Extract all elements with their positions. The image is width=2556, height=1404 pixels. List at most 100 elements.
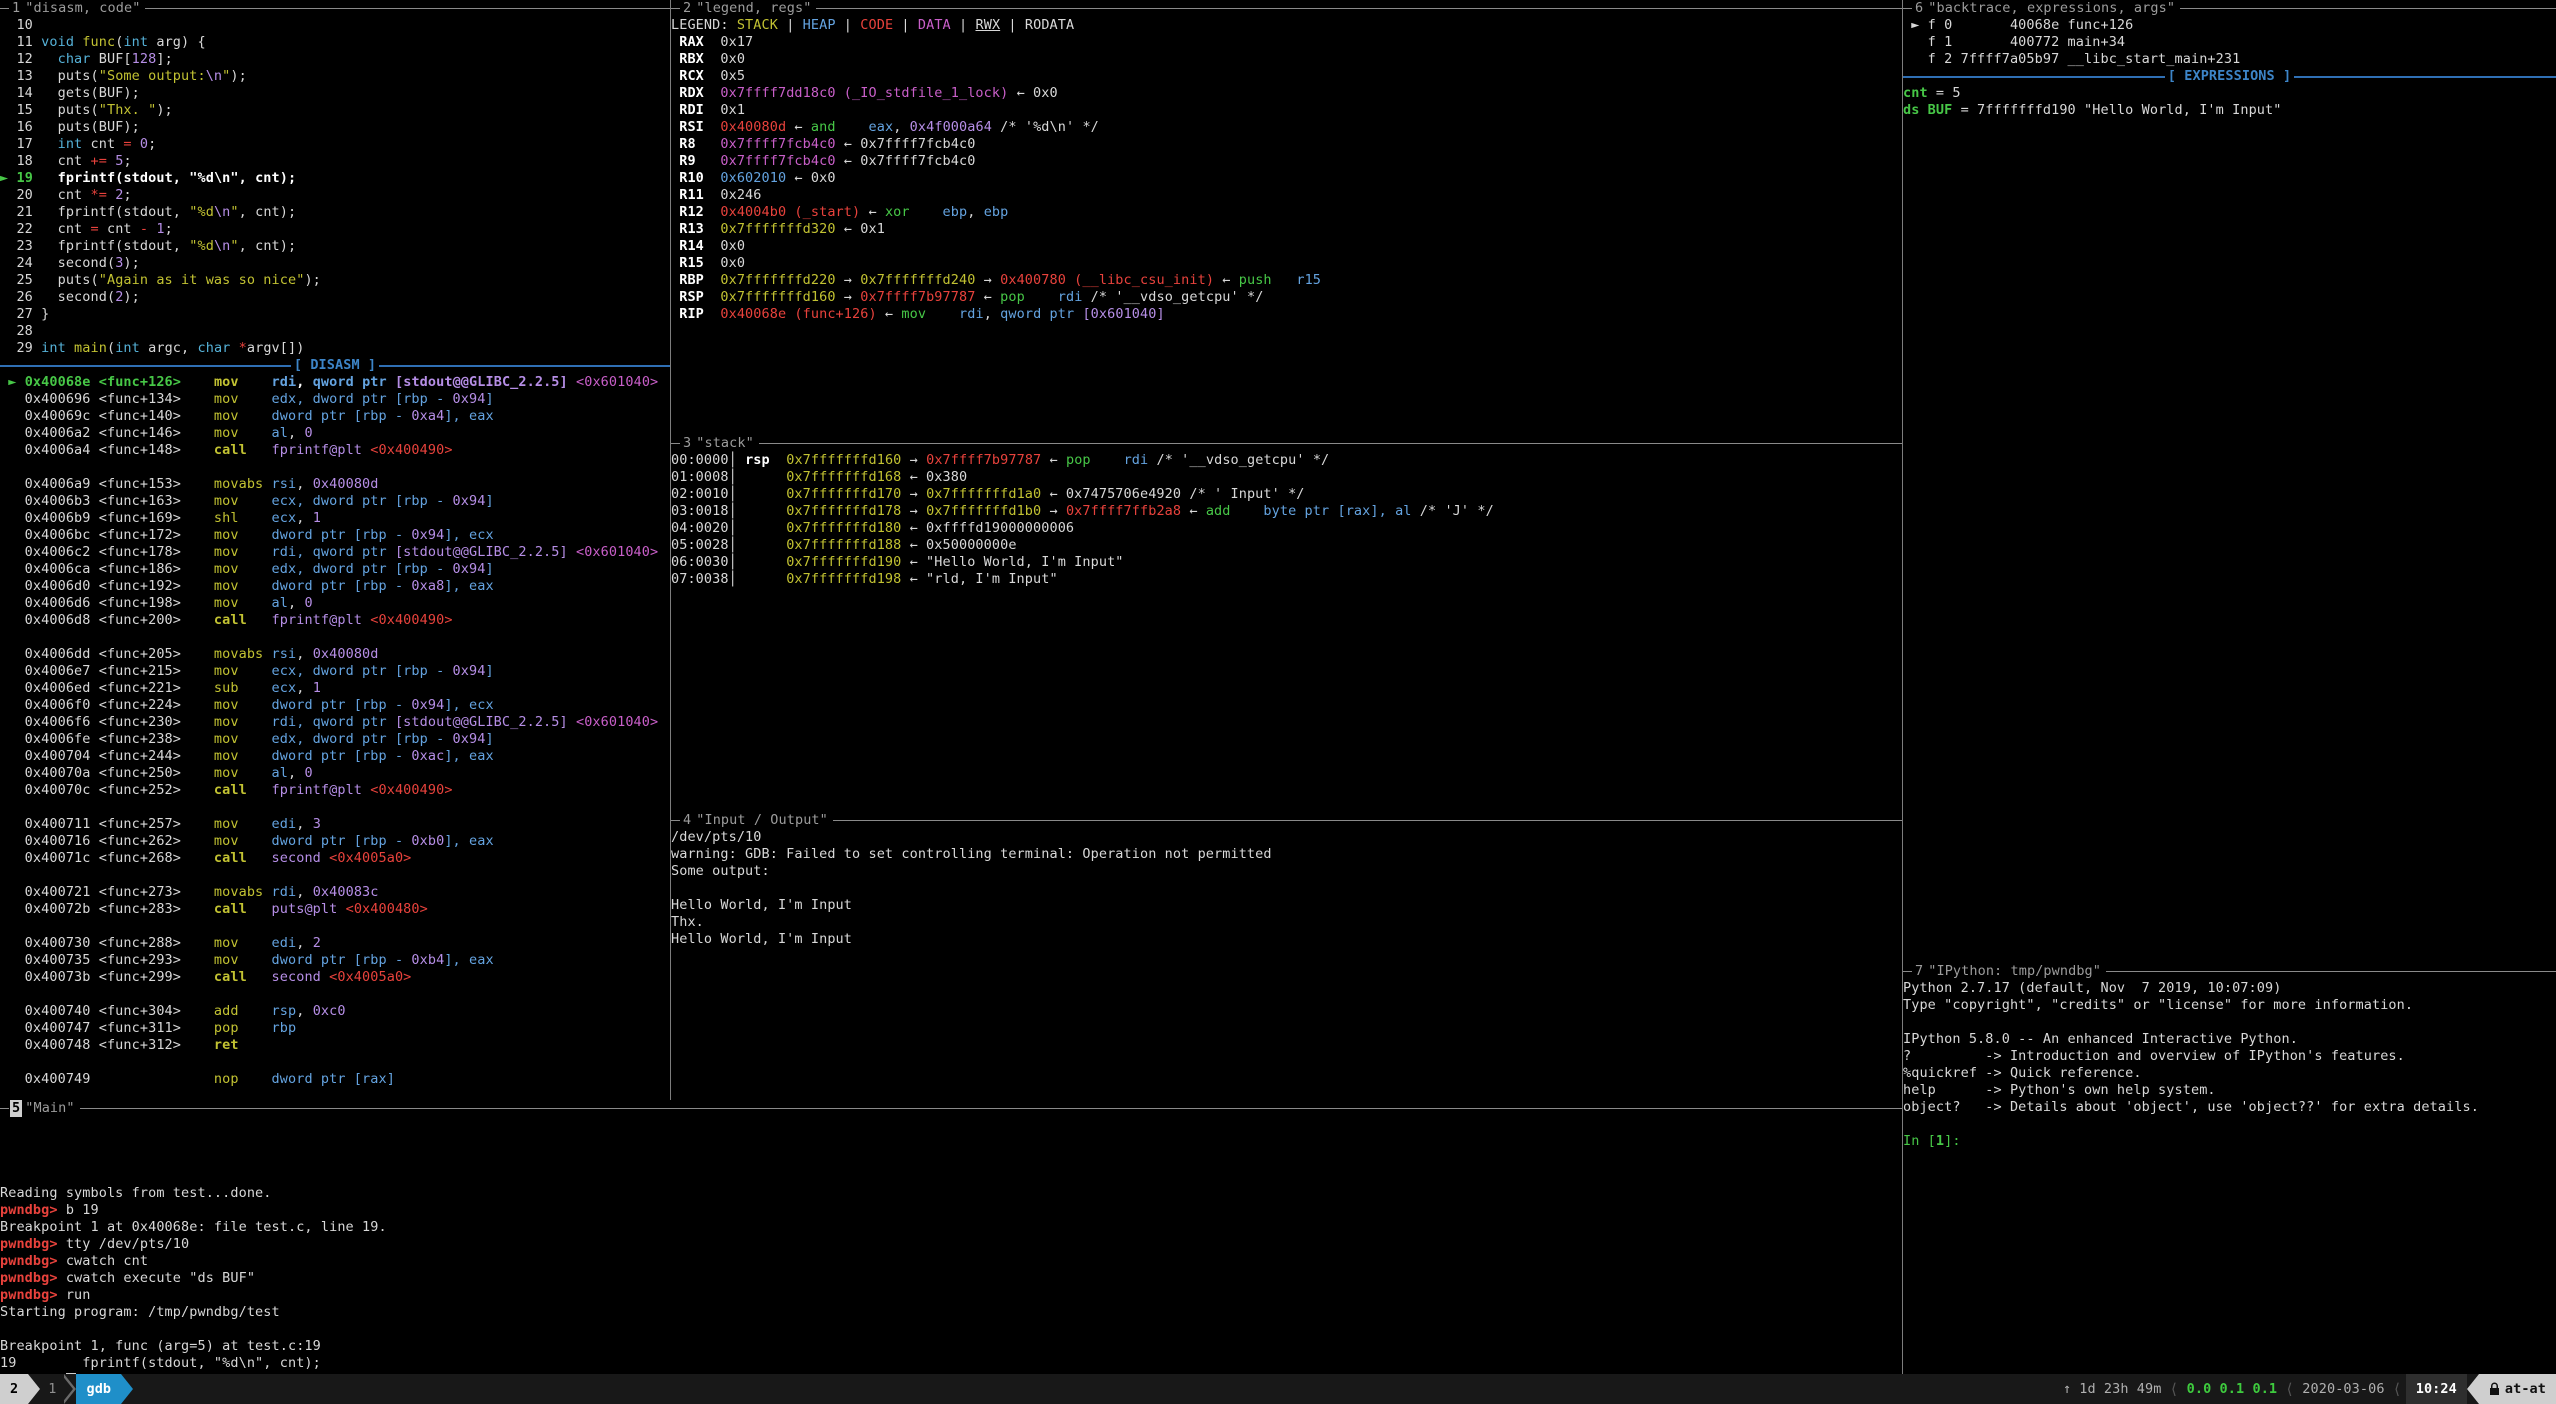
pane-title: "stack" [696,435,754,452]
terminal-line [0,986,670,1003]
terminal-line: 0x4006d0 <func+192> mov dword ptr [rbp -… [0,578,670,595]
terminal-line: R10 0x602010 ← 0x0 [671,170,1902,187]
terminal-line: ► f 0 40068e func+126 [1903,17,2556,34]
text-segment: 0x7fffffffd170 [786,486,901,502]
border-line [2180,8,2556,9]
text-segment: second [272,969,330,985]
text-segment [247,442,272,458]
terminal-line: help -> Python's own help system. [1903,1082,2556,1099]
text-segment: pop [1000,289,1025,305]
ipython-console[interactable]: Python 2.7.17 (default, Nov 7 2019, 10:0… [1903,980,2556,1150]
pane-header: 4"Input / Output" [671,812,1902,829]
terminal-line: R14 0x0 [671,238,1902,255]
text-segment: 0x400740 <func+304> [0,1003,214,1019]
text-segment: mov [214,663,239,679]
terminal-line: RIP 0x40068e (func+126) ← mov rdi, qword… [671,306,1902,323]
text-segment: call [214,850,247,866]
lock-icon [2489,1382,2500,1396]
text-segment [1231,503,1264,519]
text-segment: 0x94 [453,731,486,747]
text-segment: R14 [671,238,720,254]
text-segment: 0x4006bc <func+172> [0,527,214,543]
text-segment: /* '%d\n' */ [992,119,1099,135]
text-segment: ← [975,289,1000,305]
text-segment: b 19 [66,1202,99,1218]
text-segment: 2 [313,935,321,951]
text-segment: 0x40070c <func+252> [0,782,214,798]
text-segment: Breakpoint 1, func (arg=5) at test.c:19 [0,1338,321,1354]
text-segment: 0x7fffffffd178 [786,503,901,519]
pane-border-vertical-left[interactable] [670,0,671,1100]
terminal-line: 21 fprintf(stdout, "%d\n", cnt); [0,204,670,221]
text-segment: dword ptr [rbp - [272,833,412,849]
text-segment: "%d [189,204,214,220]
disasm-listing: ► 0x40068e <func+126> mov rdi, qword ptr… [0,374,670,1088]
text-segment: mov [214,527,239,543]
text-segment: <0x400490> [370,782,452,798]
text-segment: movabs [214,884,263,900]
text-segment [239,595,272,611]
terminal-line: 28 [0,323,670,340]
text-segment: mov [214,544,239,560]
pane-border-vertical-right[interactable] [1902,0,1903,1374]
text-segment: mov [214,748,239,764]
border-line [816,8,1902,9]
text-segment [239,1037,272,1053]
text-segment: 0x7fffffffd160 [720,289,835,305]
pane-disasm-code[interactable]: 1"disasm, code" 10 11 void func(int arg)… [0,0,670,1100]
text-segment: BUF[ [91,51,132,67]
text-segment: pop [1066,452,1091,468]
text-segment: main [66,340,107,356]
text-segment: call [214,969,247,985]
text-segment [230,340,238,356]
terminal-line: 0x40070c <func+252> call fprintf@plt <0x… [0,782,670,799]
pane-main-gdb[interactable]: 5"Main" Reading symbols from test...done… [0,1100,1902,1374]
terminal-line: 0x4006d8 <func+200> call fprintf@plt <0x… [0,612,670,629]
text-segment [239,714,272,730]
powerline-arrow-icon [28,1374,40,1404]
text-segment [239,935,272,951]
text-segment: | [778,17,803,33]
pane-title: "backtrace, expressions, args" [1928,0,2175,17]
border-dash [1903,971,1912,972]
terminal-line: /dev/pts/10 [671,829,1902,846]
pane-legend-regs[interactable]: 2"legend, regs" LEGEND: STACK | HEAP | C… [671,0,1902,435]
text-segment: 0x4006f6 <func+230> [0,714,214,730]
text-segment: ], ecx [444,697,493,713]
active-window-tab[interactable]: gdb [76,1374,121,1404]
text-segment: ► f 0 40068e func+126 [1903,17,2133,33]
text-segment [1272,272,1297,288]
text-segment: ] [485,493,493,509]
text-segment: 0x4006f0 <func+224> [0,697,214,713]
text-segment: 0x400747 <func+311> [0,1020,214,1036]
text-segment [239,578,272,594]
text-segment: 20 cnt [0,187,91,203]
text-segment: 0x4006b9 <func+169> [0,510,214,526]
terminal-line: Starting program: /tmp/pwndbg/test [0,1304,1902,1321]
border-line [2106,971,2556,972]
pane-input-output[interactable]: 4"Input / Output" /dev/pts/10warning: GD… [671,812,1902,1100]
text-segment: Type "copyright", "credits" or "license"… [1903,997,2413,1013]
pane-backtrace-expressions[interactable]: 6"backtrace, expressions, args" ► f 0 40… [1903,0,2556,963]
terminal-line: RCX 0x5 [671,68,1902,85]
divider-line [2294,76,2556,78]
pane-stack[interactable]: 3"stack" 00:0000│ rsp 0x7fffffffd160 → 0… [671,435,1902,812]
pane-ipython[interactable]: 7"IPython: tmp/pwndbg" Python 2.7.17 (de… [1903,963,2556,1374]
terminal-line: 0x400711 <func+257> mov edi, 3 [0,816,670,833]
terminal-line: 0x400721 <func+273> movabs rdi, 0x40083c [0,884,670,901]
text-segment: 07:0038│ [671,571,786,587]
gdb-console[interactable]: Reading symbols from test...done.pwndbg>… [0,1117,1902,1374]
text-segment: rsi [272,476,297,492]
text-segment: CODE [860,17,893,33]
text-segment: puts@plt [272,901,346,917]
text-segment: mov [214,697,239,713]
session-badge[interactable]: 2 [0,1374,28,1404]
text-segment: , [296,374,312,390]
text-segment: 0x400711 <func+257> [0,816,214,832]
terminal-line: 0x4006f6 <func+230> mov rdi, qword ptr [… [0,714,670,731]
terminal-line: object? -> Details about 'object', use '… [1903,1099,2556,1116]
text-segment: mov [214,935,239,951]
text-segment: [stdout@@GLIBC_2.2.5] [395,714,568,730]
text-segment: * [239,340,247,356]
divider-line [0,365,291,367]
